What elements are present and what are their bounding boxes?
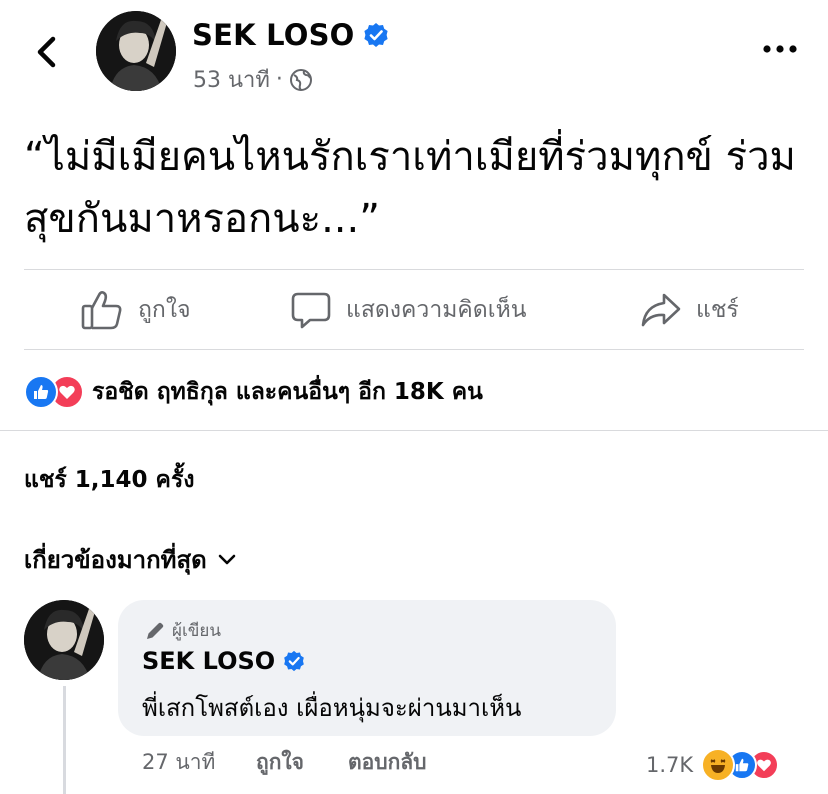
like-button[interactable]: ถูกใจ xyxy=(80,289,191,331)
commenter-avatar[interactable] xyxy=(24,600,104,680)
comment-author-name[interactable]: SEK LOSO xyxy=(142,647,275,675)
sort-label: เกี่ยวข้องมากที่สุด xyxy=(24,546,207,574)
share-label: แชร์ xyxy=(696,297,739,323)
more-options-button[interactable] xyxy=(758,34,802,64)
back-button[interactable] xyxy=(26,30,70,74)
like-reaction-icon xyxy=(24,375,58,409)
comment-like-button[interactable]: ถูกใจ xyxy=(256,746,304,779)
share-arrow-icon xyxy=(641,293,681,327)
comment-reactions[interactable]: 1.7K xyxy=(646,748,780,782)
globe-icon xyxy=(289,68,312,91)
shares-count[interactable]: แชร์ 1,140 ครั้ง xyxy=(24,462,195,498)
author-badge-label: ผู้เขียน xyxy=(172,621,221,641)
author-name[interactable]: SEK LOSO xyxy=(192,18,355,52)
back-chevron-icon xyxy=(37,36,56,68)
divider xyxy=(0,430,828,431)
post-time[interactable]: 53 นาที xyxy=(193,62,270,97)
comment-time[interactable]: 27 นาที xyxy=(142,746,215,779)
comment-sort-dropdown[interactable]: เกี่ยวข้องมากที่สุด xyxy=(24,540,237,579)
verified-badge-icon xyxy=(284,650,304,672)
thumbs-up-icon xyxy=(81,291,122,330)
avatar-photo xyxy=(96,11,176,91)
comment-bubble-icon xyxy=(291,292,331,329)
author-badge: ผู้เขียน xyxy=(144,617,221,644)
post-text: “ไม่มีเมียคนไหนรักเราเท่าเมียที่ร่วมทุกข… xyxy=(24,134,796,242)
comment-thread-line xyxy=(63,686,66,794)
chevron-down-icon xyxy=(218,554,236,564)
comment-reply-button[interactable]: ตอบกลับ xyxy=(348,746,427,779)
like-label: ถูกใจ xyxy=(138,297,191,323)
divider xyxy=(24,349,804,350)
more-options-icon xyxy=(763,45,797,53)
author-avatar[interactable] xyxy=(96,11,176,91)
pencil-icon xyxy=(147,622,164,639)
comment-reaction-count: 1.7K xyxy=(646,753,694,777)
comment-text: พี่เสกโพสต์เอง เผื่อหนุ่มจะผ่านมาเห็น xyxy=(142,694,522,722)
avatar-photo xyxy=(24,600,104,680)
reactions-text: รอชิด ฤทธิกุล และคนอื่นๆ อีก 18K คน xyxy=(92,379,483,405)
share-button[interactable]: แชร์ xyxy=(640,289,739,331)
haha-reaction-icon xyxy=(701,748,736,782)
comment-label: แสดงความคิดเห็น xyxy=(346,297,527,323)
meta-separator: · xyxy=(275,67,283,92)
post-meta: 53 นาที · xyxy=(193,62,313,97)
comment-button[interactable]: แสดงความคิดเห็น xyxy=(290,289,526,331)
reactions-summary[interactable]: รอชิด ฤทธิกุล และคนอื่นๆ อีก 18K คน xyxy=(24,374,483,410)
divider xyxy=(24,269,804,270)
post-author[interactable]: SEK LOSO xyxy=(192,18,389,52)
comment-author[interactable]: SEK LOSO xyxy=(142,647,305,675)
verified-badge-icon xyxy=(363,23,388,47)
